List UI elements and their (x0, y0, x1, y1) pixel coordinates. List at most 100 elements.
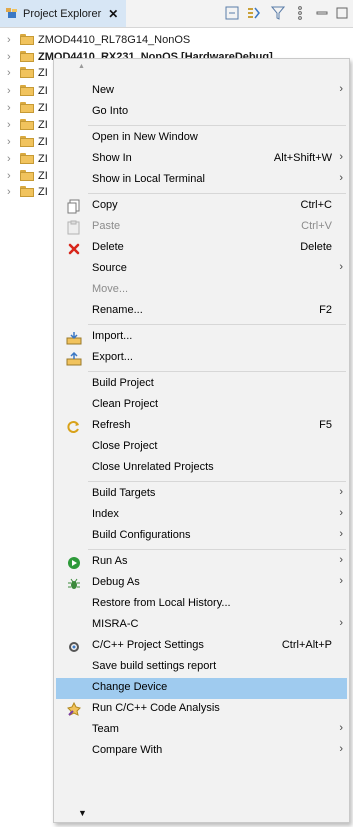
menu-item-build-project[interactable]: Build Project (56, 374, 347, 395)
menu-item-build-configurations[interactable]: Build Configurations › (56, 526, 347, 547)
menu-item-show-in-local-terminal[interactable]: Show in Local Terminal › (56, 170, 347, 191)
submenu-arrow-icon: › (339, 722, 343, 734)
menu-item-change-device[interactable]: Change Device (56, 678, 347, 699)
menu-item-save-build-settings-report[interactable]: Save build settings report (56, 657, 347, 678)
menu-item-move: Move... (56, 280, 347, 301)
menu-item-label: Move... (92, 283, 129, 295)
menu-item-export[interactable]: Export... (56, 348, 347, 369)
menu-item-label: Import... (92, 330, 133, 342)
menu-item-label: Show in Local Terminal (92, 173, 205, 185)
close-icon[interactable]: ✕ (108, 7, 118, 21)
chevron-right-icon[interactable]: › (7, 186, 17, 198)
menu-item-label: C/C++ Project Settings (92, 639, 204, 651)
menu-item-label: Team (92, 723, 119, 735)
chevron-right-icon[interactable]: › (7, 102, 17, 114)
menu-item-label: Save build settings report (92, 660, 217, 672)
import-icon (66, 330, 82, 345)
project-folder-icon (20, 51, 34, 62)
menu-item-show-in[interactable]: Show In Alt+Shift+W › (56, 149, 347, 170)
menu-item-label: Debug As (92, 576, 140, 588)
tree-item[interactable]: › ZMOD4410_RL78G14_NonOS (0, 31, 353, 48)
submenu-arrow-icon: › (339, 151, 343, 163)
project-folder-icon (20, 34, 34, 45)
tree-item-label: ZI (38, 185, 48, 198)
debug-icon (66, 576, 82, 591)
chevron-right-icon[interactable]: › (7, 136, 17, 148)
menu-item-build-targets[interactable]: Build Targets › (56, 484, 347, 505)
menu-item-label: Run C/C++ Code Analysis (92, 702, 220, 714)
menu-item-source[interactable]: Source › (56, 259, 347, 280)
menu-item-restore-from-local-history[interactable]: Restore from Local History... (56, 594, 347, 615)
menu-item-misra-c[interactable]: MISRA-C › (56, 615, 347, 636)
view-menu-icon[interactable] (292, 5, 308, 21)
menu-item-c-c-project-settings[interactable]: C/C++ Project Settings Ctrl+Alt+P (56, 636, 347, 657)
menu-item-label: Restore from Local History... (92, 597, 231, 609)
run-icon (66, 555, 82, 570)
export-icon (66, 351, 82, 366)
project-folder-icon (20, 85, 34, 96)
menu-item-label: Copy (92, 199, 118, 211)
submenu-arrow-icon: › (339, 617, 343, 629)
copy-icon (66, 199, 82, 214)
menu-item-clean-project[interactable]: Clean Project (56, 395, 347, 416)
tab-project-explorer[interactable]: Project Explorer ✕ (0, 0, 126, 27)
menu-item-run-c-c-code-analysis[interactable]: Run C/C++ Code Analysis (56, 699, 347, 720)
menu-item-label: Index (92, 508, 119, 520)
chevron-up-icon[interactable]: ▲ (78, 63, 85, 77)
menu-item-index[interactable]: Index › (56, 505, 347, 526)
scroll-up-arrow[interactable]: ▲ (54, 63, 349, 77)
menu-item-label: Source (92, 262, 127, 274)
menu-item-shortcut: Ctrl+Alt+P (281, 639, 332, 651)
menu-item-compare-with[interactable]: Compare With › (56, 741, 347, 762)
menu-item-delete[interactable]: Delete Delete (56, 238, 347, 259)
menu-item-import[interactable]: Import... (56, 327, 347, 348)
menu-item-label: Close Unrelated Projects (92, 461, 214, 473)
menu-item-shortcut: F2 (319, 304, 332, 316)
project-folder-icon (20, 153, 34, 164)
menu-item-debug-as[interactable]: Debug As › (56, 573, 347, 594)
settings-icon (66, 639, 82, 654)
chevron-right-icon[interactable]: › (7, 85, 17, 97)
menu-item-close-project[interactable]: Close Project (56, 437, 347, 458)
submenu-arrow-icon: › (339, 554, 343, 566)
menu-item-refresh[interactable]: Refresh F5 (56, 416, 347, 437)
maximize-icon[interactable] (334, 5, 350, 21)
menu-item-shortcut: F5 (319, 419, 332, 431)
menu-item-label: Build Configurations (92, 529, 191, 541)
chevron-right-icon[interactable]: › (7, 51, 17, 63)
menu-item-paste: Paste Ctrl+V (56, 217, 347, 238)
project-folder-icon (20, 102, 34, 113)
menu-item-copy[interactable]: Copy Ctrl+C (56, 196, 347, 217)
collapse-all-icon[interactable] (224, 5, 240, 21)
menu-item-rename[interactable]: Rename... F2 (56, 301, 347, 322)
menu-item-label: Compare With (92, 744, 163, 756)
link-with-editor-icon[interactable] (246, 5, 262, 21)
menu-item-label: Show In (92, 152, 132, 164)
tree-item-label: ZMOD4410_RL78G14_NonOS (38, 33, 191, 46)
menu-item-go-into[interactable]: Go Into (56, 102, 347, 123)
chevron-down-icon[interactable]: ▼ (78, 808, 87, 822)
menu-item-shortcut: Ctrl+C (300, 199, 332, 211)
submenu-arrow-icon: › (339, 486, 343, 498)
chevron-right-icon[interactable]: › (7, 67, 17, 79)
menu-separator (88, 324, 346, 325)
chevron-right-icon[interactable]: › (7, 119, 17, 131)
menu-item-close-unrelated-projects[interactable]: Close Unrelated Projects (56, 458, 347, 479)
menu-separator (88, 371, 346, 372)
scroll-down-arrow[interactable]: ▼ (54, 808, 349, 822)
project-folder-icon (20, 136, 34, 147)
filter-icon[interactable] (270, 5, 286, 21)
menu-item-shortcut: Delete (300, 241, 332, 253)
menu-item-label: Open in New Window (92, 131, 198, 143)
chevron-right-icon[interactable]: › (7, 153, 17, 165)
menu-item-shortcut: Alt+Shift+W (273, 152, 332, 164)
chevron-right-icon[interactable]: › (7, 170, 17, 182)
menu-item-run-as[interactable]: Run As › (56, 552, 347, 573)
menu-item-team[interactable]: Team › (56, 720, 347, 741)
chevron-right-icon[interactable]: › (7, 34, 17, 46)
tree-item-label: ZI (38, 101, 48, 114)
menu-item-label: Clean Project (92, 398, 159, 410)
minimize-icon[interactable] (314, 5, 330, 21)
menu-item-open-in-new-window[interactable]: Open in New Window (56, 128, 347, 149)
menu-item-new[interactable]: New › (56, 81, 347, 102)
